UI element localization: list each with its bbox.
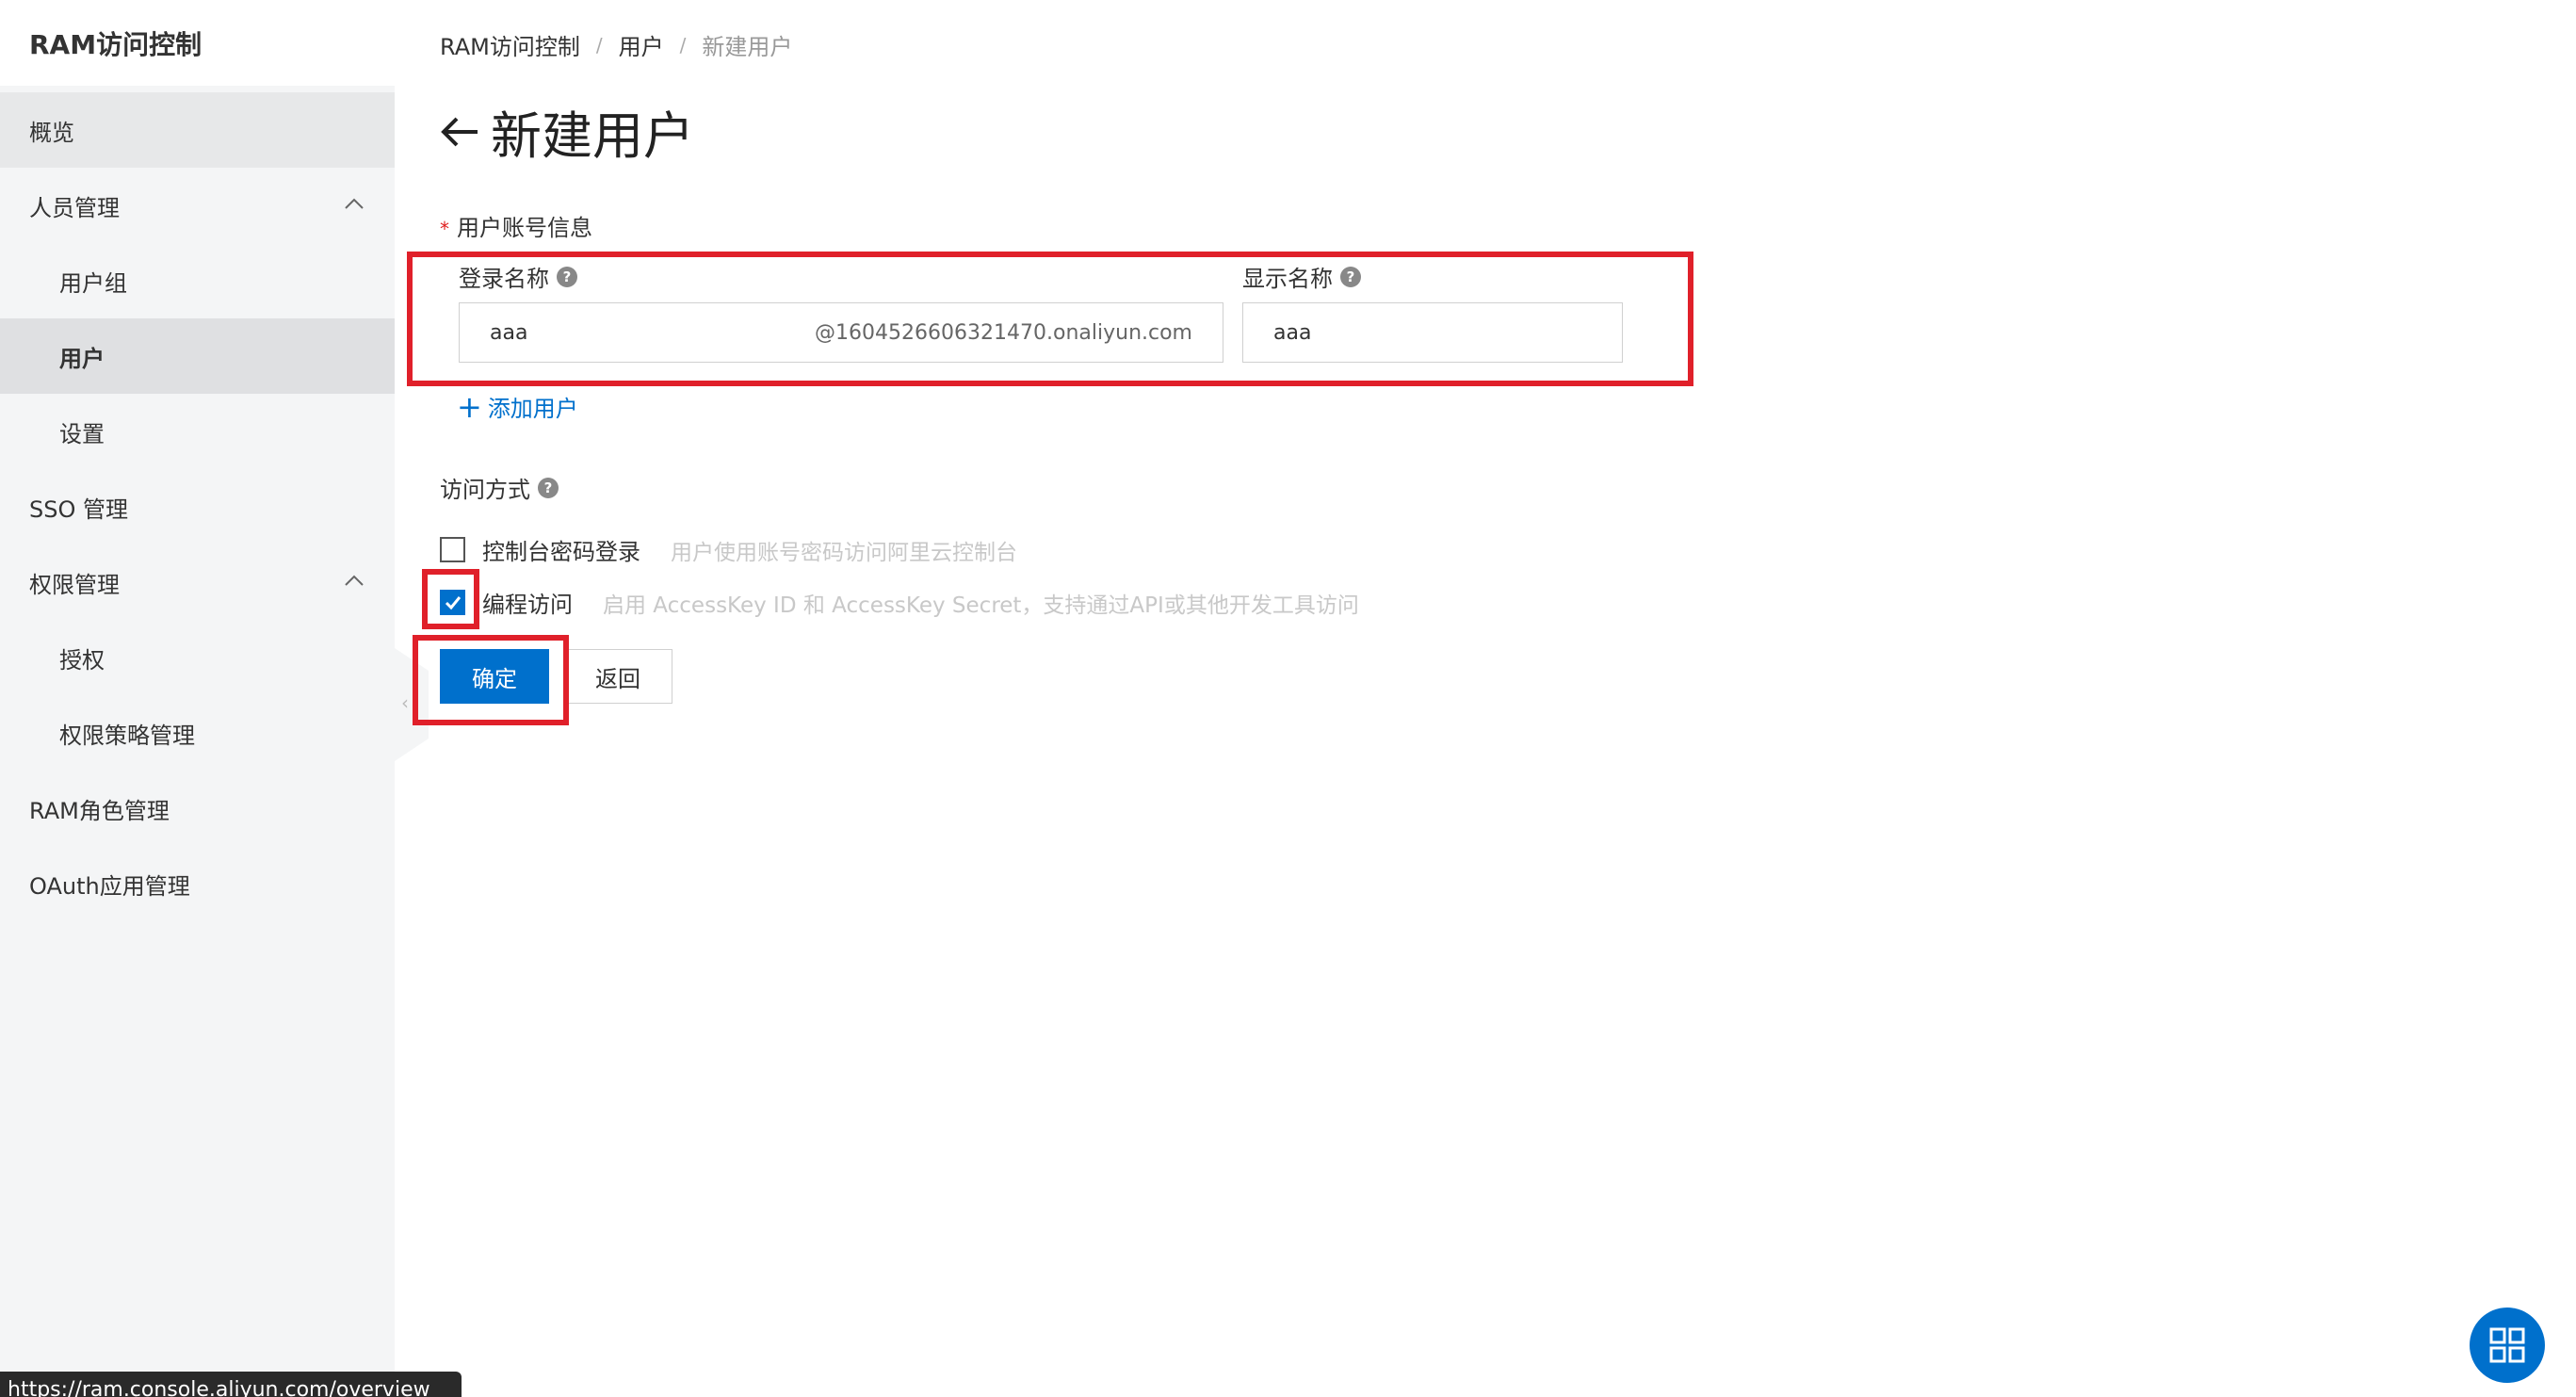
required-marker: * — [440, 218, 449, 240]
page-title: 新建用户 — [438, 94, 694, 169]
display-name-value: aaa — [1273, 320, 1312, 345]
help-icon[interactable]: ? — [538, 477, 559, 498]
option-console-login: 控制台密码登录 用户使用账号密码访问阿里云控制台 — [440, 533, 1017, 566]
breadcrumb-item-current: 新建用户 — [702, 34, 793, 60]
login-name-input[interactable]: aaa @1604526606321470.onaliyun.com — [459, 302, 1223, 363]
sidebar-item-sso[interactable]: SSO 管理 — [0, 469, 395, 544]
add-user-link[interactable]: + 添加用户 — [457, 390, 578, 423]
access-method-label: 访问方式 ? — [440, 471, 559, 504]
console-login-label[interactable]: 控制台密码登录 — [482, 533, 640, 566]
chevron-up-icon[interactable] — [344, 571, 365, 592]
sidebar-item-users[interactable]: 用户 — [0, 318, 395, 394]
section-label-text: 用户账号信息 — [457, 215, 592, 241]
sidebar-item-authorization[interactable]: 授权 — [0, 620, 395, 695]
login-name-value: aaa — [490, 320, 528, 345]
sidebar-item-policy-management[interactable]: 权限策略管理 — [0, 695, 395, 771]
console-login-description: 用户使用账号密码访问阿里云控制台 — [671, 540, 1017, 565]
help-icon[interactable]: ? — [557, 266, 577, 287]
status-bar-url: https://ram.console.aliyun.com/overview — [0, 1372, 462, 1397]
sidebar-item-label: SSO 管理 — [29, 495, 128, 523]
sidebar-item-oauth-apps[interactable]: OAuth应用管理 — [0, 846, 395, 921]
access-method-label-text: 访问方式 — [440, 477, 530, 503]
breadcrumb-item-users[interactable]: 用户 — [619, 28, 664, 61]
sidebar-title: RAM访问控制 — [0, 0, 395, 86]
page-title-text: 新建用户 — [491, 106, 694, 166]
chevron-up-icon[interactable] — [344, 194, 365, 215]
sidebar-item-label: 设置 — [59, 420, 105, 447]
login-name-label: 登录名称 ? — [459, 260, 577, 293]
sidebar: RAM访问控制 概览 人员管理 用户组 用户 设置 SSO 管理 权限管理 授权… — [0, 0, 395, 1397]
display-name-label: 显示名称 ? — [1242, 260, 1361, 293]
highlight-box-confirm — [413, 635, 569, 725]
sidebar-item-label: 用户组 — [59, 269, 127, 297]
back-arrow-icon[interactable] — [438, 110, 481, 154]
display-name-label-text: 显示名称 — [1242, 266, 1333, 292]
section-label-account-info: * 用户账号信息 — [440, 209, 592, 242]
login-name-label-text: 登录名称 — [459, 266, 549, 292]
programmatic-access-label[interactable]: 编程访问 — [482, 586, 573, 619]
login-name-domain-suffix: @1604526606321470.onaliyun.com — [815, 320, 1192, 345]
back-button[interactable]: 返回 — [563, 649, 672, 704]
app-root: RAM访问控制 概览 人员管理 用户组 用户 设置 SSO 管理 权限管理 授权… — [0, 0, 2576, 1397]
sidebar-item-label: 用户 — [59, 345, 105, 372]
apps-grid-button[interactable] — [2470, 1308, 2545, 1383]
sidebar-item-user-groups[interactable]: 用户组 — [0, 243, 395, 318]
sidebar-item-settings[interactable]: 设置 — [0, 394, 395, 469]
breadcrumb-item-ram[interactable]: RAM访问控制 — [440, 28, 580, 61]
sidebar-item-label: OAuth应用管理 — [29, 872, 190, 900]
sidebar-item-label: RAM角色管理 — [29, 797, 170, 824]
sidebar-item-permission-management[interactable]: 权限管理 — [0, 544, 395, 620]
breadcrumb-separator: / — [595, 33, 603, 57]
chevron-left-icon: ‹ — [401, 691, 409, 714]
sidebar-item-ram-roles[interactable]: RAM角色管理 — [0, 771, 395, 846]
display-name-input[interactable]: aaa — [1242, 302, 1623, 363]
plus-icon: + — [457, 388, 482, 425]
sidebar-item-label: 概览 — [29, 119, 74, 146]
grid-icon — [2489, 1327, 2525, 1363]
sidebar-item-people-management[interactable]: 人员管理 — [0, 168, 395, 243]
breadcrumb: RAM访问控制 / 用户 / 新建用户 — [440, 28, 792, 61]
sidebar-item-overview[interactable]: 概览 — [0, 92, 395, 168]
add-user-label: 添加用户 — [487, 396, 578, 422]
console-login-checkbox[interactable] — [440, 537, 465, 562]
sidebar-item-label: 人员管理 — [29, 194, 120, 221]
sidebar-item-label: 权限策略管理 — [59, 722, 195, 749]
programmatic-access-description: 启用 AccessKey ID 和 AccessKey Secret，支持通过A… — [603, 593, 1359, 618]
sidebar-item-label: 权限管理 — [29, 571, 120, 598]
help-icon[interactable]: ? — [1340, 266, 1361, 287]
highlight-box-checkbox — [422, 569, 479, 629]
option-programmatic-access: 编程访问 启用 AccessKey ID 和 AccessKey Secret，… — [440, 586, 1359, 619]
sidebar-item-label: 授权 — [59, 646, 105, 674]
breadcrumb-separator: / — [679, 33, 687, 57]
